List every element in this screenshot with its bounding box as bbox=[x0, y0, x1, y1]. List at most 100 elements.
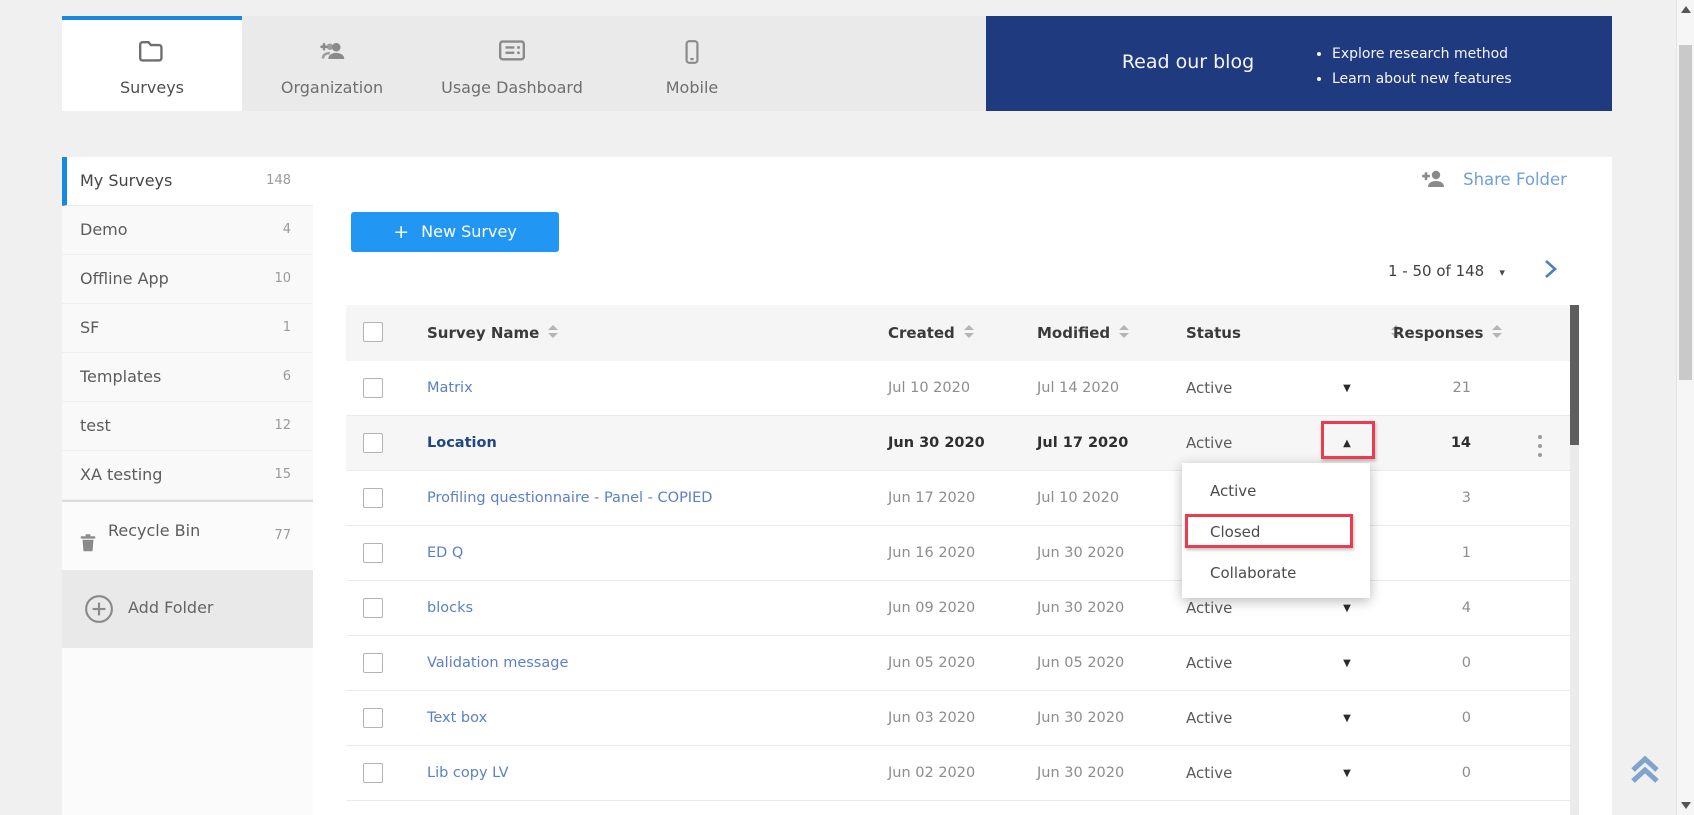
table-scrollbar-thumb[interactable] bbox=[1570, 305, 1579, 445]
scrollbar-up-arrow-icon[interactable] bbox=[1681, 6, 1691, 13]
responses-count: 0 bbox=[1393, 746, 1471, 801]
modified-date: Jul 17 2020 bbox=[1037, 416, 1128, 471]
folder-list: My Surveys 148 Demo 4 Offline App 10 SF … bbox=[62, 157, 313, 500]
folder-count: 148 bbox=[266, 157, 291, 205]
trash-icon bbox=[77, 520, 99, 542]
pagination-range-dropdown[interactable]: 1 - 50 of 148 bbox=[1388, 262, 1484, 280]
created-date: Jun 17 2020 bbox=[888, 471, 975, 526]
sort-icon[interactable] bbox=[548, 325, 558, 338]
created-date: Jun 09 2020 bbox=[888, 581, 975, 636]
responses-count: 14 bbox=[1393, 416, 1471, 471]
sidebar-folder-item[interactable]: Templates 6 bbox=[62, 353, 313, 402]
row-checkbox[interactable] bbox=[363, 598, 383, 618]
header-status[interactable]: Status bbox=[1186, 305, 1401, 361]
survey-name-link[interactable]: Text box bbox=[427, 691, 487, 746]
row-menu-icon[interactable] bbox=[1534, 432, 1546, 459]
modified-date: Jul 10 2020 bbox=[1037, 471, 1119, 526]
status-caret-icon[interactable]: ▼ bbox=[1336, 746, 1358, 801]
modified-date: Jun 30 2020 bbox=[1037, 691, 1124, 746]
new-survey-label: New Survey bbox=[421, 222, 517, 241]
blog-banner[interactable]: Read our blog Explore research method Le… bbox=[986, 16, 1612, 111]
sidebar-item-recycle-bin[interactable]: Recycle Bin 77 bbox=[62, 502, 313, 560]
sidebar-folder-item[interactable]: test 12 bbox=[62, 402, 313, 451]
header-modified[interactable]: Modified bbox=[1037, 305, 1129, 361]
table-scrollbar[interactable] bbox=[1570, 305, 1579, 815]
status-option[interactable]: Active bbox=[1182, 471, 1370, 512]
survey-name-link[interactable]: Matrix bbox=[427, 361, 473, 416]
banner-bullet-list: Explore research method Learn about new … bbox=[1314, 46, 1512, 96]
responses-count: 21 bbox=[1393, 361, 1471, 416]
folder-sidebar: My Surveys 148 Demo 4 Offline App 10 SF … bbox=[62, 157, 313, 815]
scroll-to-top-button[interactable] bbox=[1625, 748, 1665, 788]
survey-name-link[interactable]: Lib copy LV bbox=[427, 746, 509, 801]
row-checkbox[interactable] bbox=[363, 763, 383, 783]
page-scrollbar-thumb[interactable] bbox=[1679, 45, 1692, 380]
scrollbar-down-arrow-icon[interactable] bbox=[1681, 802, 1691, 809]
row-checkbox[interactable] bbox=[363, 488, 383, 508]
tab-surveys[interactable]: Surveys bbox=[62, 16, 242, 111]
row-checkbox[interactable] bbox=[363, 543, 383, 563]
survey-name-link[interactable]: blocks bbox=[427, 581, 473, 636]
tab-surveys-label: Surveys bbox=[62, 78, 242, 97]
sort-icon[interactable] bbox=[964, 325, 974, 338]
chevron-down-icon[interactable]: ▾ bbox=[1499, 266, 1505, 279]
status-option[interactable]: Collaborate bbox=[1182, 553, 1370, 594]
created-date: Jun 05 2020 bbox=[888, 636, 975, 691]
folder-count: 6 bbox=[283, 353, 291, 401]
status-caret-icon[interactable]: ▼ bbox=[1336, 636, 1358, 691]
table-row: Location Jun 30 2020 Jul 17 2020 Active … bbox=[346, 416, 1570, 471]
status-caret-icon[interactable]: ▼ bbox=[1336, 691, 1358, 746]
add-folder-button[interactable]: Add Folder bbox=[62, 570, 313, 648]
row-checkbox[interactable] bbox=[363, 653, 383, 673]
survey-name-link[interactable]: Profiling questionnaire - Panel - COPIED bbox=[427, 471, 712, 526]
responses-count: 3 bbox=[1393, 471, 1471, 526]
created-date: Jun 16 2020 bbox=[888, 526, 975, 581]
page-scrollbar[interactable] bbox=[1676, 0, 1694, 815]
modified-date: Jun 30 2020 bbox=[1037, 581, 1124, 636]
header-created[interactable]: Created bbox=[888, 305, 974, 361]
sidebar-folder-item[interactable]: SF 1 bbox=[62, 304, 313, 353]
next-page-button[interactable] bbox=[1540, 258, 1562, 282]
sort-icon[interactable] bbox=[1492, 325, 1502, 338]
status-text: Active bbox=[1186, 636, 1232, 691]
sidebar-folder-item[interactable]: My Surveys 148 bbox=[62, 157, 313, 206]
tab-organization[interactable]: Organization bbox=[242, 16, 422, 111]
status-caret-icon[interactable]: ▼ bbox=[1336, 361, 1358, 416]
folder-label: Templates bbox=[80, 367, 161, 386]
row-checkbox[interactable] bbox=[363, 433, 383, 453]
created-date: Jul 10 2020 bbox=[888, 361, 970, 416]
tab-usage-dashboard[interactable]: Usage Dashboard bbox=[422, 16, 602, 111]
status-text: Active bbox=[1186, 361, 1232, 416]
modified-date: Jul 14 2020 bbox=[1037, 361, 1119, 416]
survey-name-link[interactable]: Validation message bbox=[427, 636, 568, 691]
annotation-box-closed-option bbox=[1185, 514, 1353, 548]
table-row: Matrix Jul 10 2020 Jul 14 2020 Active ▼ … bbox=[346, 361, 1570, 416]
table-row: ED Q Jun 16 2020 Jun 30 2020 1 bbox=[346, 526, 1570, 581]
tab-mobile[interactable]: Mobile bbox=[602, 16, 782, 111]
table-row: blocks Jun 09 2020 Jun 30 2020 Active ▼ … bbox=[346, 581, 1570, 636]
sort-icon[interactable] bbox=[1119, 325, 1129, 338]
row-checkbox[interactable] bbox=[363, 378, 383, 398]
sidebar-folder-item[interactable]: Demo 4 bbox=[62, 206, 313, 255]
header-survey-name[interactable]: Survey Name bbox=[427, 305, 558, 361]
tab-mobile-label: Mobile bbox=[602, 78, 782, 97]
row-checkbox[interactable] bbox=[363, 708, 383, 728]
folder-count: 12 bbox=[274, 402, 291, 450]
table-header: Survey Name Created Modified Status Resp… bbox=[346, 305, 1570, 361]
annotation-box-status-caret bbox=[1321, 421, 1375, 459]
responses-count: 0 bbox=[1393, 636, 1471, 691]
plus-circle-icon bbox=[84, 594, 114, 624]
folder-icon bbox=[62, 38, 242, 68]
new-survey-button[interactable]: +New Survey bbox=[351, 212, 559, 252]
sidebar-folder-item[interactable]: XA testing 15 bbox=[62, 451, 313, 500]
folder-count: 10 bbox=[274, 255, 291, 303]
sidebar-folder-item[interactable]: Offline App 10 bbox=[62, 255, 313, 304]
select-all-checkbox[interactable] bbox=[363, 322, 383, 342]
share-folder-button[interactable]: Share Folder bbox=[1418, 167, 1567, 197]
survey-name-link[interactable]: ED Q bbox=[427, 526, 463, 581]
survey-name-link[interactable]: Location bbox=[427, 416, 497, 471]
person-add-icon bbox=[1418, 167, 1448, 191]
header-responses[interactable]: Responses bbox=[1393, 305, 1502, 361]
folder-count: 1 bbox=[283, 304, 291, 352]
header-label: Modified bbox=[1037, 324, 1110, 342]
